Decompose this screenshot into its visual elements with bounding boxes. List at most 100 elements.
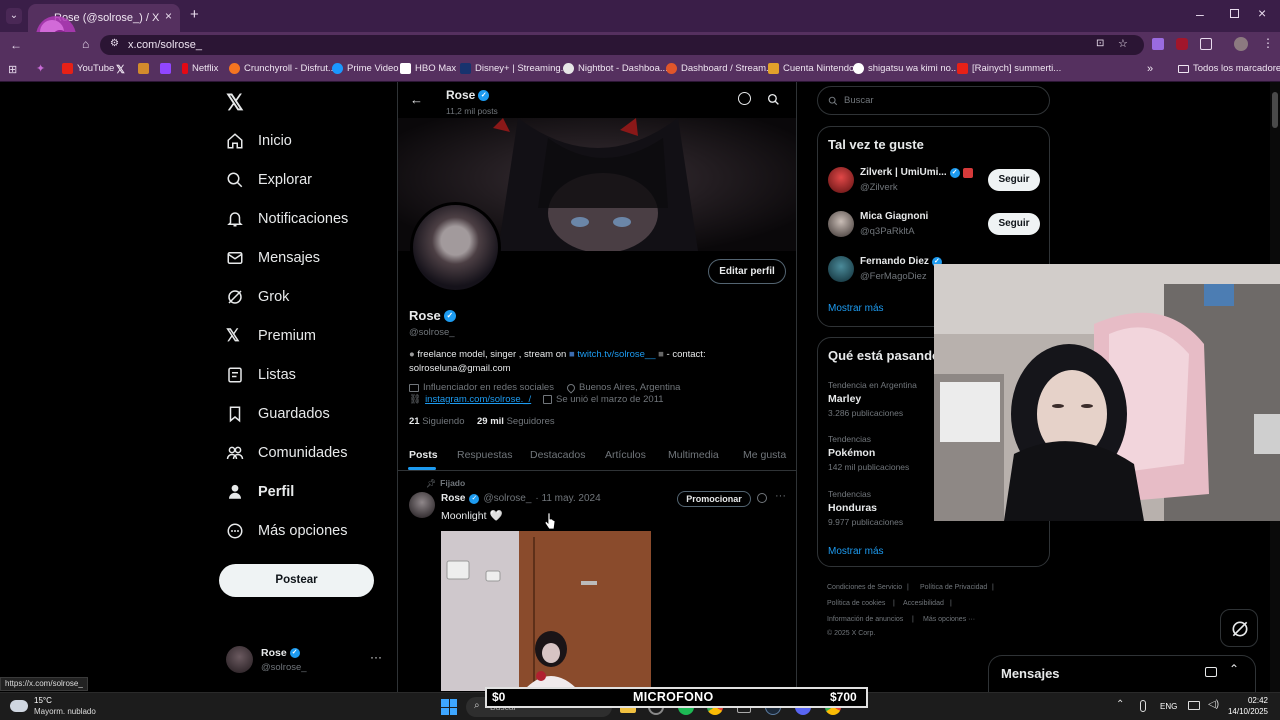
footer-link-accessibility[interactable]: Accesibilidad [903, 600, 944, 607]
all-bookmarks-button[interactable]: Todos los marcadores [1178, 63, 1280, 74]
footer-link-terms[interactable]: Condiciones de Servicio [827, 584, 902, 591]
bookmark-misc[interactable] [138, 63, 149, 74]
search-icon[interactable] [767, 93, 780, 106]
browser-menu-icon[interactable]: ⋮ [1262, 36, 1274, 50]
nav-item-mensajes[interactable]: Mensajes [226, 249, 320, 267]
profile-avatar[interactable] [410, 202, 501, 293]
nav-item-notificaciones[interactable]: Notificaciones [226, 210, 348, 228]
extension-pen-icon[interactable] [1152, 38, 1164, 50]
site-info-icon[interactable]: ⚙ [110, 38, 119, 49]
nav-item-premium[interactable]: 𝕏 Premium [226, 327, 316, 345]
nav-item-mas-opciones[interactable]: Más opciones [226, 522, 347, 540]
edit-profile-button[interactable]: Editar perfil [708, 259, 786, 284]
language-indicator[interactable]: ENG [1160, 702, 1177, 711]
tab-multimedia[interactable]: Multimedia [668, 449, 719, 461]
bookmark-hbo-max[interactable]: HBO Max [400, 63, 456, 74]
post-button[interactable]: Postear [219, 564, 374, 597]
profile-website[interactable]: ⛓ instagram.com/solrose._/ [409, 394, 531, 405]
footer-link-ads-info[interactable]: Información de anuncios [827, 616, 903, 623]
bookmark-stream-dashboard[interactable]: Dashboard / Stream... [666, 63, 774, 74]
bookmark-disney[interactable]: Disney+ | Streaming... [460, 63, 569, 74]
bookmark-x[interactable]: 𝕏 [116, 63, 125, 76]
clock[interactable]: 02:42 14/10/2025 [1226, 696, 1268, 716]
post-author-avatar[interactable] [409, 492, 435, 518]
tab-close-icon[interactable]: × [165, 9, 172, 23]
bookmark-youtube[interactable]: YouTube [62, 63, 114, 74]
follow-button[interactable]: Seguir [988, 169, 1040, 191]
follow-button[interactable]: Seguir [988, 213, 1040, 235]
tab-respuestas[interactable]: Respuestas [457, 449, 512, 461]
tab-articulos[interactable]: Artículos [605, 449, 646, 461]
bookmark-prime-video[interactable]: Prime Video [332, 63, 399, 74]
nav-item-perfil[interactable]: Perfil [226, 483, 294, 501]
bookmark-rainych[interactable]: [Rainych] summerti... [957, 63, 1061, 74]
show-more-link[interactable]: Mostrar más [828, 303, 884, 314]
nav-item-explorar[interactable]: Explorar [226, 171, 312, 189]
grok-floating-button[interactable] [1220, 609, 1258, 647]
ublock-icon[interactable] [1176, 38, 1188, 50]
bookmark-star-icon[interactable]: ☆ [1118, 37, 1128, 50]
tab-destacados[interactable]: Destacados [530, 449, 585, 461]
bookmarks-overflow-icon[interactable]: » [1147, 63, 1153, 75]
following-link[interactable]: 21 Siguiendo [409, 416, 464, 427]
new-message-icon[interactable] [1205, 667, 1217, 677]
address-bar[interactable]: ⚙ x.com/solrose_ ⊡ ☆ [100, 35, 1144, 55]
promote-button[interactable]: Promocionar [677, 491, 751, 507]
post-more-icon[interactable]: ··· [775, 490, 786, 502]
followers-link[interactable]: 29 mil Seguidores [477, 416, 555, 427]
footer-link-more[interactable]: Más opciones ··· [923, 616, 975, 623]
messages-drawer[interactable]: Mensajes ⌃ [988, 655, 1256, 692]
account-menu-icon[interactable]: ··· [370, 650, 382, 664]
bookmark-nightbot[interactable]: Nightbot - Dashboa... [563, 63, 668, 74]
trend-item[interactable]: Tendencia en Argentina Marley 3.286 publ… [828, 380, 917, 418]
nav-item-grok[interactable]: Grok [226, 288, 289, 306]
trend-item[interactable]: Tendencias Pokémon 142 mil publicaciones [828, 434, 909, 472]
grok-post-icon[interactable] [757, 493, 767, 503]
bio-twitch-link[interactable]: twitch.tv/solrose__ [577, 349, 655, 360]
expand-drawer-icon[interactable]: ⌃ [1229, 662, 1239, 676]
nav-item-comunidades[interactable]: Comunidades [226, 444, 347, 462]
scrollbar-thumb[interactable] [1272, 92, 1278, 128]
tab-posts[interactable]: Posts [409, 449, 438, 461]
x-logo-icon[interactable]: 𝕏 [226, 90, 244, 116]
tab-me-gusta[interactable]: Me gusta [743, 449, 786, 461]
post-author-name[interactable]: Rose [441, 493, 465, 504]
window-close-button[interactable]: × [1258, 5, 1266, 21]
weather-widget[interactable]: 15°C Mayorm. nublado [10, 696, 130, 718]
bookmark-twitch[interactable] [160, 63, 171, 74]
install-app-icon[interactable]: ⊡ [1096, 38, 1104, 49]
bookmark-netflix[interactable]: Netflix [182, 63, 218, 74]
bookmark-shigatsu[interactable]: shigatsu wa kimi no... [853, 63, 959, 74]
start-button[interactable] [441, 699, 457, 715]
maximize-button[interactable] [1230, 9, 1239, 18]
microphone-icon[interactable] [1140, 700, 1146, 712]
grok-icon[interactable] [738, 92, 751, 105]
back-icon[interactable]: ← [10, 38, 22, 52]
network-icon[interactable] [1188, 701, 1200, 710]
post-media-image[interactable] [441, 531, 651, 691]
new-tab-button[interactable]: + [190, 6, 199, 23]
bookmark-nintendo[interactable]: Cuenta Nintendo [768, 63, 854, 74]
trend-item[interactable]: Tendencias Honduras 9.977 publicaciones [828, 489, 903, 527]
bookmark-crunchyroll[interactable]: Crunchyroll - Disfrut... [229, 63, 336, 74]
nav-item-inicio[interactable]: Inicio [226, 132, 292, 150]
back-arrow-icon[interactable]: ← [410, 92, 423, 107]
home-icon[interactable]: ⌂ [82, 37, 89, 51]
show-more-trends-link[interactable]: Mostrar más [828, 546, 884, 557]
profile-avatar-icon[interactable] [1234, 37, 1248, 51]
nav-item-guardados[interactable]: Guardados [226, 405, 330, 423]
footer-link-cookies[interactable]: Política de cookies [827, 600, 885, 607]
post-date[interactable]: · 11 may. 2024 [535, 493, 600, 504]
footer-link-privacy[interactable]: Política de Privacidad [920, 584, 987, 591]
apps-grid-icon[interactable]: ⊞ [8, 63, 17, 76]
tray-overflow-icon[interactable]: ⌃ [1116, 699, 1124, 710]
nav-item-listas[interactable]: Listas [226, 366, 296, 384]
volume-icon[interactable]: ◁) [1208, 699, 1219, 710]
search-input[interactable]: Buscar [817, 86, 1050, 115]
suggestion-row[interactable]: Mica Giagnoni @q3PaRkltA Seguir [818, 209, 1051, 249]
account-switcher[interactable]: Rose ✓ @solrose_ ··· [226, 646, 386, 676]
minimize-button[interactable]: – [1196, 6, 1204, 22]
suggestion-row[interactable]: Zilverk | UmiUmi... ✓ @Zilverk Seguir [818, 165, 1051, 205]
extensions-icon[interactable] [1200, 38, 1212, 50]
pinned-post[interactable]: 📌︎ Fijado Rose ✓ @solrose_ · 11 may. 202… [398, 471, 796, 692]
